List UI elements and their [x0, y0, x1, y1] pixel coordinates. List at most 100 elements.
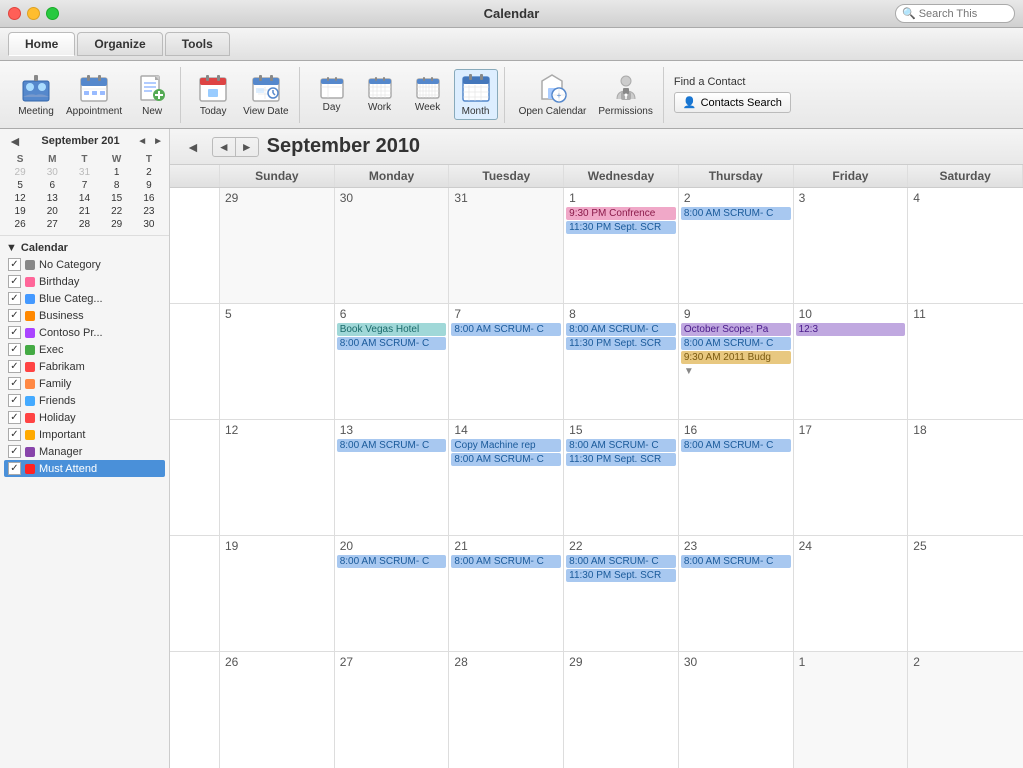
- cal-day-cell[interactable]: 19:30 PM Confrence11:30 PM Sept. SCR: [564, 188, 679, 303]
- calendar-item-manager[interactable]: ✓Manager: [4, 443, 165, 460]
- calendar-checkbox-contoso[interactable]: ✓: [8, 326, 21, 339]
- cal-day-cell[interactable]: 3: [794, 188, 909, 303]
- calendar-checkbox-family[interactable]: ✓: [8, 377, 21, 390]
- cal-day-cell[interactable]: 138:00 AM SCRUM- C: [335, 420, 450, 535]
- cal-day-cell[interactable]: 4: [908, 188, 1023, 303]
- mini-cal-day[interactable]: 9: [133, 179, 165, 192]
- month-button[interactable]: Month: [454, 69, 498, 120]
- cal-day-cell[interactable]: 27: [335, 652, 450, 768]
- close-button[interactable]: [8, 7, 21, 20]
- cal-day-cell[interactable]: 28:00 AM SCRUM- C: [679, 188, 794, 303]
- calendar-event[interactable]: 8:00 AM SCRUM- C: [681, 555, 791, 568]
- calendar-checkbox-manager[interactable]: ✓: [8, 445, 21, 458]
- cal-nav-fwd[interactable]: ►: [236, 138, 258, 156]
- calendar-checkbox-friends[interactable]: ✓: [8, 394, 21, 407]
- cal-day-cell[interactable]: 19: [220, 536, 335, 651]
- open-calendar-button[interactable]: + Open Calendar: [515, 70, 591, 119]
- search-input[interactable]: [919, 8, 1008, 20]
- cal-prev-arrow[interactable]: ◄: [182, 139, 204, 155]
- cal-day-cell[interactable]: 17: [794, 420, 909, 535]
- contacts-search-button[interactable]: 👤 Contacts Search: [674, 92, 791, 113]
- calendar-event[interactable]: 9:30 AM 2011 Budg: [681, 351, 791, 364]
- calendar-event[interactable]: 11:30 PM Sept. SCR: [566, 453, 676, 466]
- mini-cal-day[interactable]: 30: [36, 166, 68, 179]
- cal-day-cell[interactable]: 9October Scope; Pa8:00 AM SCRUM- C9:30 A…: [679, 304, 794, 419]
- mini-cal-day[interactable]: 13: [36, 192, 68, 205]
- search-box[interactable]: 🔍: [895, 4, 1015, 23]
- cal-day-cell[interactable]: 26: [220, 652, 335, 768]
- cal-day-cell[interactable]: 78:00 AM SCRUM- C: [449, 304, 564, 419]
- mini-cal-day[interactable]: 27: [36, 218, 68, 231]
- calendar-item-fabrikam[interactable]: ✓Fabrikam: [4, 358, 165, 375]
- minimize-button[interactable]: [27, 7, 40, 20]
- cal-day-cell[interactable]: 218:00 AM SCRUM- C: [449, 536, 564, 651]
- mini-cal-day[interactable]: 8: [101, 179, 133, 192]
- cal-day-cell[interactable]: 228:00 AM SCRUM- C11:30 PM Sept. SCR: [564, 536, 679, 651]
- cal-day-cell[interactable]: 28: [449, 652, 564, 768]
- mini-cal-back[interactable]: ◄: [135, 136, 149, 147]
- calendar-event[interactable]: 8:00 AM SCRUM- C: [337, 555, 447, 568]
- mini-cal-day[interactable]: 15: [101, 192, 133, 205]
- calendar-checkbox-fabrikam[interactable]: ✓: [8, 360, 21, 373]
- mini-cal-day[interactable]: 30: [133, 218, 165, 231]
- mini-cal-day[interactable]: 1: [101, 166, 133, 179]
- mini-cal-day[interactable]: 29: [101, 218, 133, 231]
- maximize-button[interactable]: [46, 7, 59, 20]
- calendar-event[interactable]: 11:30 PM Sept. SCR: [566, 337, 676, 350]
- calendar-checkbox-important[interactable]: ✓: [8, 428, 21, 441]
- mini-cal-day[interactable]: 6: [36, 179, 68, 192]
- cal-day-cell[interactable]: 238:00 AM SCRUM- C: [679, 536, 794, 651]
- cal-day-cell[interactable]: 12: [220, 420, 335, 535]
- tab-organize[interactable]: Organize: [77, 32, 162, 56]
- mini-cal-day[interactable]: 23: [133, 205, 165, 218]
- calendar-event[interactable]: Book Vegas Hotel: [337, 323, 447, 336]
- new-button[interactable]: New: [130, 70, 174, 119]
- calendar-item-holiday[interactable]: ✓Holiday: [4, 409, 165, 426]
- cal-day-cell[interactable]: 1: [794, 652, 909, 768]
- calendar-event[interactable]: 12:3: [796, 323, 906, 336]
- calendar-checkbox-blue-category[interactable]: ✓: [8, 292, 21, 305]
- calendar-item-family[interactable]: ✓Family: [4, 375, 165, 392]
- cal-day-cell[interactable]: 30: [335, 188, 450, 303]
- calendar-checkbox-business[interactable]: ✓: [8, 309, 21, 322]
- cal-day-cell[interactable]: 18: [908, 420, 1023, 535]
- calendar-event[interactable]: October Scope; Pa: [681, 323, 791, 336]
- mini-cal-day[interactable]: 22: [101, 205, 133, 218]
- appointment-button[interactable]: Appointment: [62, 70, 126, 119]
- cal-day-cell[interactable]: 25: [908, 536, 1023, 651]
- day-button[interactable]: Day: [310, 74, 354, 115]
- cal-day-cell[interactable]: 6Book Vegas Hotel8:00 AM SCRUM- C: [335, 304, 450, 419]
- cal-day-cell[interactable]: 29: [220, 188, 335, 303]
- calendar-item-important[interactable]: ✓Important: [4, 426, 165, 443]
- cal-day-cell[interactable]: 1012:3: [794, 304, 909, 419]
- week-button[interactable]: Week: [406, 74, 450, 115]
- calendar-checkbox-birthday[interactable]: ✓: [8, 275, 21, 288]
- calendar-item-no-category[interactable]: ✓No Category: [4, 256, 165, 273]
- mini-cal-day[interactable]: 31: [68, 166, 100, 179]
- calendar-event[interactable]: Copy Machine rep: [451, 439, 561, 452]
- cal-day-cell[interactable]: 30: [679, 652, 794, 768]
- mini-cal-day[interactable]: 29: [4, 166, 36, 179]
- calendar-item-exec[interactable]: ✓Exec: [4, 341, 165, 358]
- tab-home[interactable]: Home: [8, 32, 75, 56]
- mini-cal-day[interactable]: 28: [68, 218, 100, 231]
- calendar-item-blue-category[interactable]: ✓Blue Categ...: [4, 290, 165, 307]
- calendar-event[interactable]: 11:30 PM Sept. SCR: [566, 569, 676, 582]
- calendar-event[interactable]: 8:00 AM SCRUM- C: [566, 439, 676, 452]
- cal-day-cell[interactable]: 158:00 AM SCRUM- C11:30 PM Sept. SCR: [564, 420, 679, 535]
- calendar-item-contoso[interactable]: ✓Contoso Pr...: [4, 324, 165, 341]
- mini-cal-day[interactable]: 2: [133, 166, 165, 179]
- calendar-item-must-attend[interactable]: ✓Must Attend: [4, 460, 165, 477]
- calendar-event[interactable]: 11:30 PM Sept. SCR: [566, 221, 676, 234]
- calendar-event[interactable]: 8:00 AM SCRUM- C: [451, 323, 561, 336]
- mini-cal-day[interactable]: 26: [4, 218, 36, 231]
- calendar-event[interactable]: 8:00 AM SCRUM- C: [681, 337, 791, 350]
- calendar-event[interactable]: 8:00 AM SCRUM- C: [566, 555, 676, 568]
- calendar-event[interactable]: 8:00 AM SCRUM- C: [681, 207, 791, 220]
- mini-cal-day[interactable]: 7: [68, 179, 100, 192]
- meeting-button[interactable]: Meeting: [14, 70, 58, 119]
- calendar-item-friends[interactable]: ✓Friends: [4, 392, 165, 409]
- cal-day-cell[interactable]: 88:00 AM SCRUM- C11:30 PM Sept. SCR: [564, 304, 679, 419]
- mini-cal-fwd[interactable]: ►: [151, 136, 165, 147]
- calendar-event[interactable]: 8:00 AM SCRUM- C: [337, 439, 447, 452]
